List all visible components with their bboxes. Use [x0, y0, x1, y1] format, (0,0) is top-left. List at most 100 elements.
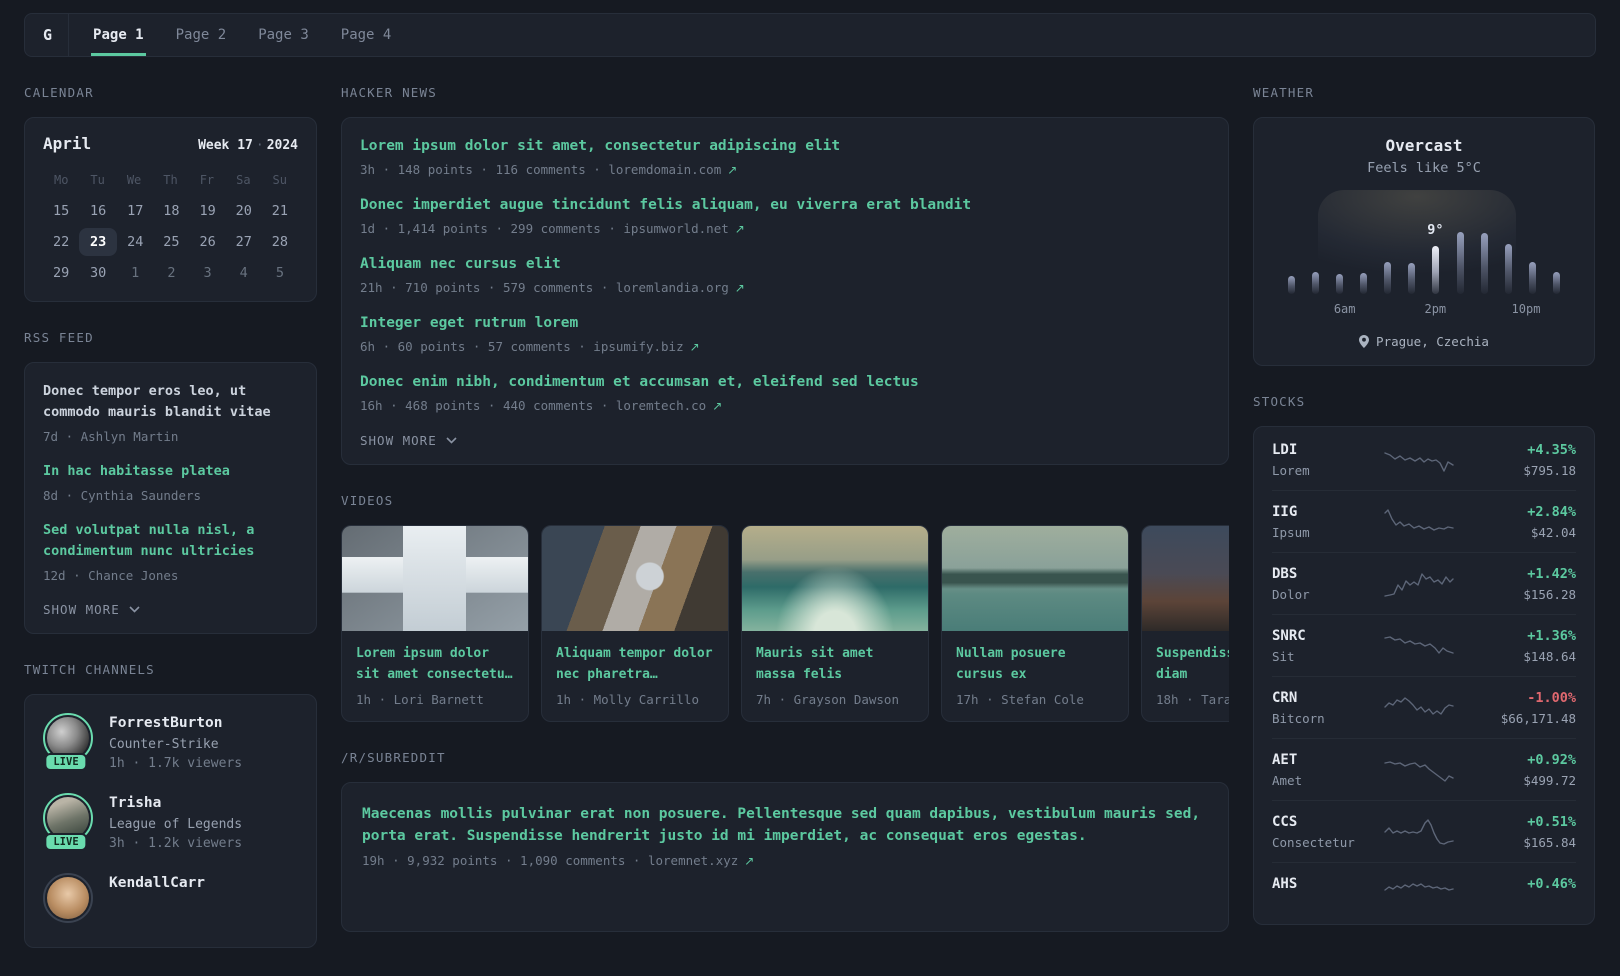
stock-price: $42.04	[1530, 525, 1576, 540]
external-link-icon: ↗	[712, 399, 723, 413]
video-title[interactable]: Lorem ipsum dolor sit amet consectetu…	[356, 643, 514, 685]
calendar-month: April	[43, 134, 92, 153]
video-meta: 18h · Tara	[1156, 692, 1229, 707]
weekday-label: Sa	[236, 173, 251, 187]
video-title[interactable]: Nullam posuere cursus ex	[956, 643, 1114, 685]
rss-item-title[interactable]: Donec tempor eros leo, ut commodo mauris…	[43, 381, 298, 423]
stock-row[interactable]: CRN Bitcorn -1.00% $66,171.48	[1272, 676, 1576, 738]
hn-item-meta: 3h · 148 points · 116 comments · loremdo…	[360, 162, 738, 177]
video-card[interactable]: Lorem ipsum dolor sit amet consectetu… 1…	[341, 525, 529, 722]
stocks-section-title: STOCKS	[1253, 394, 1306, 409]
video-card[interactable]: Aliquam tempor dolor nec pharetra… 1h · …	[541, 525, 729, 722]
weather-card: Overcast Feels like 5°C 9° 6am 2pm 10pm Pr…	[1253, 117, 1595, 366]
stock-name: Amet	[1272, 773, 1303, 788]
video-title[interactable]: Mauris sit amet massa felis	[756, 643, 914, 685]
stock-row[interactable]: LDI Lorem +4.35% $795.18	[1272, 429, 1576, 490]
live-badge: LIVE	[44, 753, 88, 771]
stock-price: $156.28	[1523, 587, 1576, 602]
rss-item: Donec tempor eros leo, ut commodo mauris…	[43, 381, 298, 445]
stock-ticker: DBS	[1272, 566, 1298, 582]
calendar-day: 17	[127, 203, 144, 219]
hn-show-more-button[interactable]: SHOW MORE	[360, 431, 1210, 448]
reddit-post-title[interactable]: Maecenas mollis pulvinar erat non posuer…	[362, 803, 1208, 847]
app-logo[interactable]: G	[41, 14, 68, 56]
rss-item-title[interactable]: In hac habitasse platea	[43, 461, 298, 482]
calendar-day: 3	[203, 265, 212, 281]
channel-game: Counter-Strike	[109, 737, 219, 752]
weather-bar	[1432, 246, 1440, 294]
twitch-channel[interactable]: LIVE ForrestBurton Counter-Strike 1h · 1…	[43, 713, 298, 773]
channel-game: League of Legends	[109, 817, 243, 832]
video-meta: 7h · Grayson Dawson	[756, 692, 899, 707]
stock-change: -1.00%	[1527, 690, 1576, 706]
rss-item-title[interactable]: Sed volutpat nulla nisl, a condimentum n…	[43, 520, 298, 562]
tab-page-1[interactable]: Page 1	[91, 14, 146, 56]
channel-name: KendallCarr	[109, 875, 206, 891]
stock-price: $499.72	[1523, 773, 1576, 788]
weather-condition: Overcast	[1385, 136, 1463, 155]
video-thumbnail[interactable]	[942, 526, 1128, 631]
twitch-card: LIVE ForrestBurton Counter-Strike 1h · 1…	[24, 694, 317, 948]
rss-show-more-button[interactable]: SHOW MORE	[43, 600, 298, 617]
video-thumbnail[interactable]	[742, 526, 928, 631]
twitch-channel[interactable]: LIVE Trisha League of Legends 3h · 1.2k …	[43, 793, 298, 853]
chevron-down-icon	[129, 606, 140, 613]
stock-row[interactable]: AHS +0.46%	[1272, 862, 1576, 922]
video-thumbnail[interactable]	[542, 526, 728, 631]
channel-viewers: 1h · 1.7k viewers	[109, 756, 243, 771]
stock-row[interactable]: DBS Dolor +1.42% $156.28	[1272, 552, 1576, 614]
twitch-channel[interactable]: LIVE KendallCarr	[43, 873, 298, 929]
hn-item: Aliquam nec cursus elit 21h · 710 points…	[360, 254, 1210, 297]
stock-price: $66,171.48	[1500, 711, 1576, 726]
channel-viewers: 3h · 1.2k viewers	[109, 836, 243, 851]
videos-section-title: VIDEOS	[341, 493, 394, 508]
stock-change: +1.42%	[1527, 566, 1576, 582]
stock-name: Ipsum	[1272, 525, 1310, 540]
video-title[interactable]: Aliquam tempor dolor nec pharetra…	[556, 643, 714, 685]
external-link-icon: ↗	[689, 340, 700, 354]
stock-ticker: SNRC	[1272, 628, 1306, 644]
weather-location: Prague, Czechia	[1272, 334, 1576, 349]
weather-bar	[1408, 263, 1416, 294]
calendar-widget: CALENDAR April Week 17 · 2024 Mo Tu We Th Fr Sa…	[24, 85, 317, 302]
subreddit-section-title: /R/SUBREDDIT	[341, 750, 446, 765]
location-pin-icon	[1359, 335, 1370, 348]
stock-ticker: LDI	[1272, 442, 1298, 458]
video-thumbnail[interactable]	[1142, 526, 1229, 631]
calendar-day: 24	[127, 234, 144, 250]
hn-item: Donec enim nibh, condimentum et accumsan…	[360, 372, 1210, 415]
hn-item-title[interactable]: Integer eget rutrum lorem	[360, 313, 1210, 333]
stock-row[interactable]: IIG Ipsum +2.84% $42.04	[1272, 490, 1576, 552]
stock-row[interactable]: AET Amet +0.92% $499.72	[1272, 738, 1576, 800]
weather-hour-labels: 6am 2pm 10pm	[1288, 302, 1560, 320]
tab-page-4[interactable]: Page 4	[339, 14, 394, 56]
calendar-day: 26	[199, 234, 216, 250]
avatar: LIVE	[43, 873, 93, 923]
hn-item: Donec imperdiet augue tincidunt felis al…	[360, 195, 1210, 238]
rss-card: Donec tempor eros leo, ut commodo mauris…	[24, 362, 317, 634]
stock-change: +1.36%	[1527, 628, 1576, 644]
sparkline	[1384, 697, 1454, 715]
stock-ticker: CCS	[1272, 814, 1298, 830]
video-card[interactable]: Mauris sit amet massa felis 7h · Grayson…	[741, 525, 929, 722]
external-link-icon: ↗	[727, 163, 738, 177]
tab-page-2[interactable]: Page 2	[174, 14, 229, 56]
stock-row[interactable]: CCS Consectetur +0.51% $165.84	[1272, 800, 1576, 862]
page-tabs: Page 1 Page 2 Page 3 Page 4	[91, 14, 393, 56]
stock-name: Dolor	[1272, 587, 1310, 602]
video-card[interactable]: Suspendisse diam 18h · Tara	[1141, 525, 1229, 722]
middle-column: HACKER NEWS Lorem ipsum dolor sit amet, …	[341, 85, 1229, 960]
twitch-widget: TWITCH CHANNELS LIVE ForrestBurton Count…	[24, 662, 317, 948]
video-title[interactable]: Suspendisse diam	[1156, 643, 1229, 685]
hn-item-title[interactable]: Donec imperdiet augue tincidunt felis al…	[360, 195, 1210, 215]
hn-item-title[interactable]: Donec enim nibh, condimentum et accumsan…	[360, 372, 1210, 392]
hn-item-title[interactable]: Lorem ipsum dolor sit amet, consectetur …	[360, 136, 1210, 156]
stocks-widget: STOCKS LDI Lorem +4.35% $795.18 IIG Ipsum +…	[1253, 394, 1595, 925]
calendar-day: 25	[163, 234, 180, 250]
video-thumbnail[interactable]	[342, 526, 528, 631]
hn-item-title[interactable]: Aliquam nec cursus elit	[360, 254, 1210, 274]
video-card[interactable]: Nullam posuere cursus ex 17h · Stefan Co…	[941, 525, 1129, 722]
tab-page-3[interactable]: Page 3	[256, 14, 311, 56]
stock-row[interactable]: SNRC Sit +1.36% $148.64	[1272, 614, 1576, 676]
calendar-day: 19	[199, 203, 216, 219]
